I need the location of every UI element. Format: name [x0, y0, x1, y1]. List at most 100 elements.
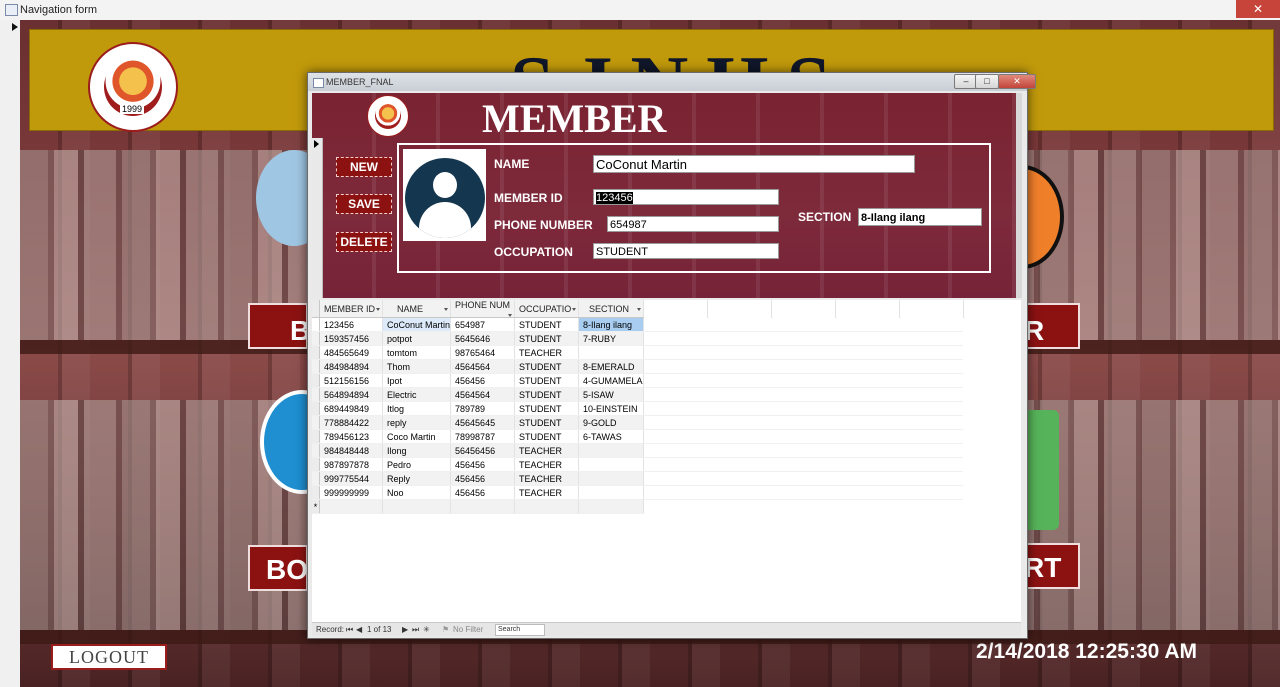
row-selector[interactable]	[312, 443, 320, 458]
row-selector[interactable]	[312, 331, 320, 346]
table-cell[interactable]: Ilong	[382, 443, 452, 458]
table-row[interactable]: 564894894 Electric 4564564 STUDENT 5-ISAW	[312, 387, 964, 402]
row-selector[interactable]	[312, 345, 320, 360]
table-cell[interactable]: Electric	[382, 387, 452, 402]
table-cell[interactable]: 789789	[450, 401, 516, 416]
column-header[interactable]: NAME	[382, 300, 452, 318]
table-row[interactable]: 689449849 Itlog 789789 STUDENT 10-EINSTEIN	[312, 401, 964, 416]
table-cell[interactable]	[578, 499, 644, 514]
row-selector[interactable]	[312, 485, 320, 500]
close-button[interactable]: ✕	[998, 74, 1036, 89]
table-cell[interactable]: 5645646	[450, 331, 516, 346]
table-cell[interactable]: 5-ISAW	[578, 387, 644, 402]
table-row[interactable]: 123456 CoConut Martin 654987 STUDENT 8-Ilang…	[312, 317, 964, 332]
table-cell[interactable]: Pedro	[382, 457, 452, 472]
table-cell[interactable]: 98765464	[450, 345, 516, 360]
table-cell[interactable]: 778884422	[319, 415, 383, 430]
table-cell[interactable]: 456456	[450, 485, 516, 500]
table-row[interactable]: 778884422 reply 45645645 STUDENT 9-GOLD	[312, 415, 964, 430]
table-row[interactable]: 484984894 Thom 4564564 STUDENT 8-EMERALD	[312, 359, 964, 374]
search-input[interactable]: Search	[495, 624, 545, 636]
save-button[interactable]: SAVE	[336, 194, 392, 214]
table-cell[interactable]: 456456	[450, 471, 516, 486]
maximize-button[interactable]: □	[975, 74, 999, 89]
name-field[interactable]: CoConut Martin	[593, 155, 915, 173]
table-cell[interactable]: 999999999	[319, 485, 383, 500]
table-cell[interactable]: STUDENT	[514, 317, 580, 332]
table-cell[interactable]: STUDENT	[514, 401, 580, 416]
table-cell[interactable]: 159357456	[319, 331, 383, 346]
table-cell[interactable]: CoConut Martin	[382, 317, 452, 332]
table-cell[interactable]: Itlog	[382, 401, 452, 416]
table-cell[interactable]: 564894894	[319, 387, 383, 402]
row-selector[interactable]	[312, 457, 320, 472]
table-cell[interactable]: Reply	[382, 471, 452, 486]
table-cell[interactable]	[319, 499, 383, 514]
last-record-icon[interactable]: ⏭	[412, 625, 419, 635]
table-row[interactable]: 984848448 Ilong 56456456 TEACHER	[312, 443, 964, 458]
table-row[interactable]: 999775544 Reply 456456 TEACHER	[312, 471, 964, 486]
logout-button[interactable]: LOGOUT	[51, 644, 167, 670]
column-header[interactable]: MEMBER ID	[319, 300, 383, 318]
row-selector[interactable]	[312, 373, 320, 388]
new-record-icon[interactable]: ✳	[423, 625, 430, 634]
books-button[interactable]: B	[248, 303, 310, 349]
table-cell[interactable]	[578, 471, 644, 486]
table-cell[interactable]: potpot	[382, 331, 452, 346]
table-cell[interactable]: 484565649	[319, 345, 383, 360]
borrow-button[interactable]: BO	[248, 545, 308, 591]
member-id-field[interactable]: 123456	[593, 189, 779, 205]
report-button[interactable]: RT	[1020, 543, 1080, 589]
filter-status[interactable]: No Filter	[453, 625, 483, 634]
table-cell[interactable]: Ipot	[382, 373, 452, 388]
sort-dropdown-icon[interactable]	[572, 307, 577, 311]
column-header[interactable]: SECTION	[578, 300, 644, 318]
sort-dropdown-icon[interactable]	[376, 307, 380, 311]
section-field[interactable]: 8-Ilang ilang	[858, 208, 982, 226]
table-cell[interactable]	[382, 499, 452, 514]
table-cell[interactable]	[578, 345, 644, 360]
table-cell[interactable]: 689449849	[319, 401, 383, 416]
row-selector[interactable]	[312, 415, 320, 430]
sort-dropdown-icon[interactable]	[508, 314, 513, 317]
table-cell[interactable]: Noo	[382, 485, 452, 500]
table-cell[interactable]	[450, 499, 516, 514]
row-selector[interactable]	[312, 429, 320, 444]
table-cell[interactable]: 4564564	[450, 387, 516, 402]
table-cell[interactable]: 45645645	[450, 415, 516, 430]
row-selector[interactable]	[312, 359, 320, 374]
table-cell[interactable]	[514, 499, 580, 514]
next-record-icon[interactable]: ▶	[402, 625, 408, 634]
table-cell[interactable]: tomtom	[382, 345, 452, 360]
row-selector[interactable]	[312, 471, 320, 486]
table-cell[interactable]: TEACHER	[514, 457, 580, 472]
phone-number-field[interactable]: 654987	[607, 216, 779, 232]
select-all-cell[interactable]	[312, 300, 320, 318]
table-cell[interactable]: STUDENT	[514, 331, 580, 346]
table-cell[interactable]: 7-RUBY	[578, 331, 644, 346]
table-row[interactable]: 999999999 Noo 456456 TEACHER	[312, 485, 964, 500]
first-record-icon[interactable]: ⏮	[346, 625, 353, 635]
column-header[interactable]: PHONE NUM	[450, 300, 516, 318]
table-cell[interactable]	[578, 457, 644, 472]
table-cell[interactable]: TEACHER	[514, 471, 580, 486]
table-cell[interactable]: 512156156	[319, 373, 383, 388]
new-record-row[interactable]: *	[312, 499, 963, 514]
form-scrollbar[interactable]	[1016, 93, 1022, 298]
sort-dropdown-icon[interactable]	[636, 307, 641, 311]
row-selector[interactable]	[312, 387, 320, 402]
record-position[interactable]: 1 of 13	[367, 625, 391, 634]
delete-button[interactable]: DELETE	[336, 232, 392, 252]
table-cell[interactable]: 4564564	[450, 359, 516, 374]
table-cell[interactable]: 987897878	[319, 457, 383, 472]
record-selector[interactable]	[312, 138, 323, 298]
app-close-button[interactable]: ✕	[1236, 0, 1280, 18]
table-cell[interactable]: STUDENT	[514, 373, 580, 388]
table-cell[interactable]: TEACHER	[514, 485, 580, 500]
row-selector[interactable]	[312, 317, 320, 332]
table-cell[interactable]: 4-GUMAMELA	[578, 373, 644, 388]
table-cell[interactable]: 8-EMERALD	[578, 359, 644, 374]
prev-record-icon[interactable]: ◀	[356, 625, 362, 634]
row-selector[interactable]	[312, 401, 320, 416]
table-cell[interactable]	[578, 485, 644, 500]
